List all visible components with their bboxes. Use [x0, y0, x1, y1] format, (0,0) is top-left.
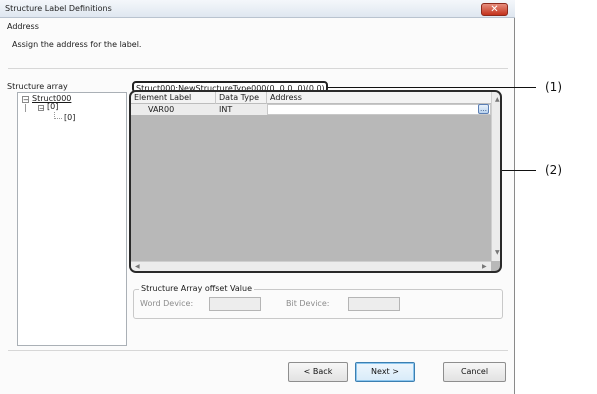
cancel-button[interactable]: Cancel [443, 362, 506, 382]
ellipsis-icon[interactable]: … [478, 104, 489, 114]
scroll-up-icon[interactable]: ▲ [495, 97, 500, 103]
scroll-left-icon[interactable]: ◀ [135, 264, 140, 270]
word-device-label: Word Device: [140, 299, 194, 308]
address-input[interactable] [267, 104, 491, 115]
element-grid: Element Label Name Data Type Address VAR… [129, 90, 502, 273]
structure-array-label: Structure array [7, 82, 68, 91]
divider [8, 68, 508, 69]
scroll-down-icon[interactable]: ▼ [495, 250, 500, 256]
tree-item-child[interactable]: [0] [47, 102, 58, 112]
next-button[interactable]: Next > [355, 362, 415, 382]
back-button[interactable]: < Back [288, 362, 348, 382]
divider [8, 350, 508, 351]
grid-header: Element Label Name Data Type Address [131, 92, 491, 114]
structure-tree[interactable]: − Struct000 − [0] [0] [17, 92, 127, 346]
column-header-address[interactable]: Address [267, 92, 491, 104]
window-title: Structure Label Definitions [5, 4, 112, 13]
bit-device-label: Bit Device: [286, 299, 330, 308]
callout-label-1: (1) [545, 80, 562, 94]
title-bar: Structure Label Definitions ✕ [0, 0, 515, 18]
table-row: VAR00 INT … [131, 104, 491, 115]
data-type-cell: INT [219, 105, 233, 114]
scroll-right-icon[interactable]: ▶ [482, 264, 487, 270]
callout-label-2: (2) [545, 163, 562, 177]
minus-box-icon[interactable]: − [38, 105, 44, 112]
tree-connector [25, 104, 26, 112]
tree-item-grandchild[interactable]: [0] [64, 113, 75, 123]
section-description: Assign the address for the label. [12, 40, 142, 49]
minus-box-icon[interactable]: − [22, 96, 29, 104]
bit-device-input[interactable] [348, 297, 400, 311]
offset-legend: Structure Array offset Value [139, 284, 254, 294]
dialog-window: Structure Label Definitions ✕ Address As… [0, 0, 515, 394]
section-title: Address [7, 22, 39, 31]
column-header-element-label-name[interactable]: Element Label Name [131, 92, 216, 114]
horizontal-scrollbar[interactable]: ◀ ▶ [131, 261, 491, 271]
element-name-cell: VAR00 [148, 105, 175, 114]
tree-connector [54, 118, 62, 119]
column-header-data-type[interactable]: Data Type [216, 92, 267, 104]
word-device-input[interactable] [209, 297, 261, 311]
vertical-scrollbar[interactable]: ▲ ▼ [491, 92, 500, 261]
callout-line-2 [502, 170, 536, 171]
callout-line-1 [328, 87, 536, 88]
close-icon[interactable]: ✕ [481, 3, 508, 16]
